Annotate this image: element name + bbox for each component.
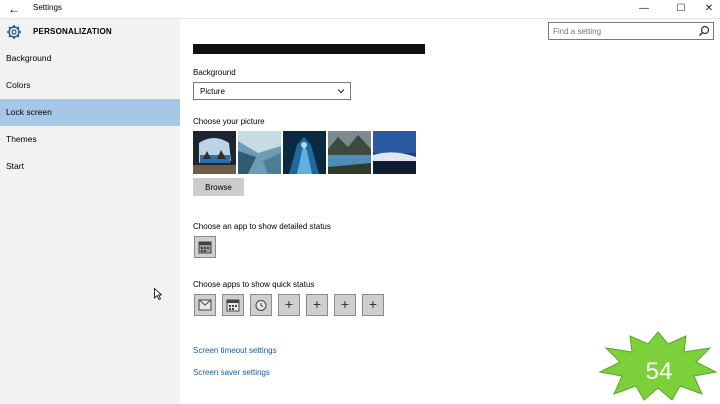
close-button[interactable]: ✕ (697, 1, 720, 17)
search-box[interactable] (548, 22, 714, 40)
window-title: Settings (33, 3, 62, 12)
sidebar-item-background[interactable]: Background (0, 45, 180, 72)
quick-status-add-button-1[interactable]: + (278, 294, 300, 316)
quick-status-add-button-4[interactable]: + (362, 294, 384, 316)
choose-picture-label: Choose your picture (193, 117, 265, 126)
minimize-button[interactable]: — (632, 1, 656, 17)
picture-thumbnail-cave-beach[interactable] (193, 131, 236, 174)
calendar-icon (226, 299, 240, 312)
browse-button[interactable]: Browse (193, 178, 244, 196)
plus-icon: + (368, 296, 378, 312)
detailed-status-label: Choose an app to show detailed status (193, 222, 331, 231)
mouse-cursor-icon (154, 288, 162, 300)
quick-status-add-button-3[interactable]: + (334, 294, 356, 316)
plus-icon: + (284, 296, 294, 312)
screen-timeout-settings-link[interactable]: Screen timeout settings (193, 346, 277, 355)
lock-screen-preview (193, 44, 425, 54)
plus-icon: + (312, 296, 322, 312)
maximize-button[interactable]: ☐ (669, 1, 693, 17)
back-arrow-icon[interactable]: ← (6, 1, 22, 17)
calendar-icon (198, 241, 212, 254)
picture-thumbnail-sky-horizon[interactable] (373, 131, 416, 174)
sidebar-item-lock-screen[interactable]: Lock screen (0, 99, 180, 126)
sidebar-item-colors[interactable]: Colors (0, 72, 180, 99)
quick-status-add-button-2[interactable]: + (306, 294, 328, 316)
plus-icon: + (340, 296, 350, 312)
episode-number-badge: 54 (598, 331, 718, 401)
badge-number: 54 (646, 358, 673, 385)
sidebar-item-themes[interactable]: Themes (0, 126, 180, 153)
background-dropdown[interactable]: Picture (193, 82, 351, 100)
quick-status-alarm-button[interactable] (250, 294, 272, 316)
background-label: Background (193, 68, 236, 77)
quick-status-label: Choose apps to show quick status (193, 280, 315, 289)
gear-icon (7, 25, 21, 39)
sidebar-item-start[interactable]: Start (0, 153, 180, 180)
detailed-status-app-button[interactable] (194, 236, 216, 258)
sidebar: PERSONALIZATION Background Colors Lock s… (0, 19, 180, 404)
title-bar: ← Settings — ☐ ✕ (0, 0, 720, 19)
mail-icon (198, 299, 212, 311)
chevron-down-icon (337, 89, 345, 94)
background-dropdown-value: Picture (200, 87, 225, 96)
alarm-clock-icon (255, 300, 267, 311)
screen-saver-settings-link[interactable]: Screen saver settings (193, 368, 270, 377)
quick-status-mail-button[interactable] (194, 294, 216, 316)
sidebar-header: PERSONALIZATION (0, 19, 180, 45)
section-title: PERSONALIZATION (33, 27, 112, 36)
picture-thumbnail-aerial-water[interactable] (238, 131, 281, 174)
search-input[interactable] (553, 24, 693, 38)
picture-thumbnail-mountain-lake[interactable] (328, 131, 371, 174)
picture-thumbnail-ice-cave[interactable] (283, 131, 326, 174)
search-icon[interactable] (698, 25, 710, 37)
quick-status-calendar-button[interactable] (222, 294, 244, 316)
